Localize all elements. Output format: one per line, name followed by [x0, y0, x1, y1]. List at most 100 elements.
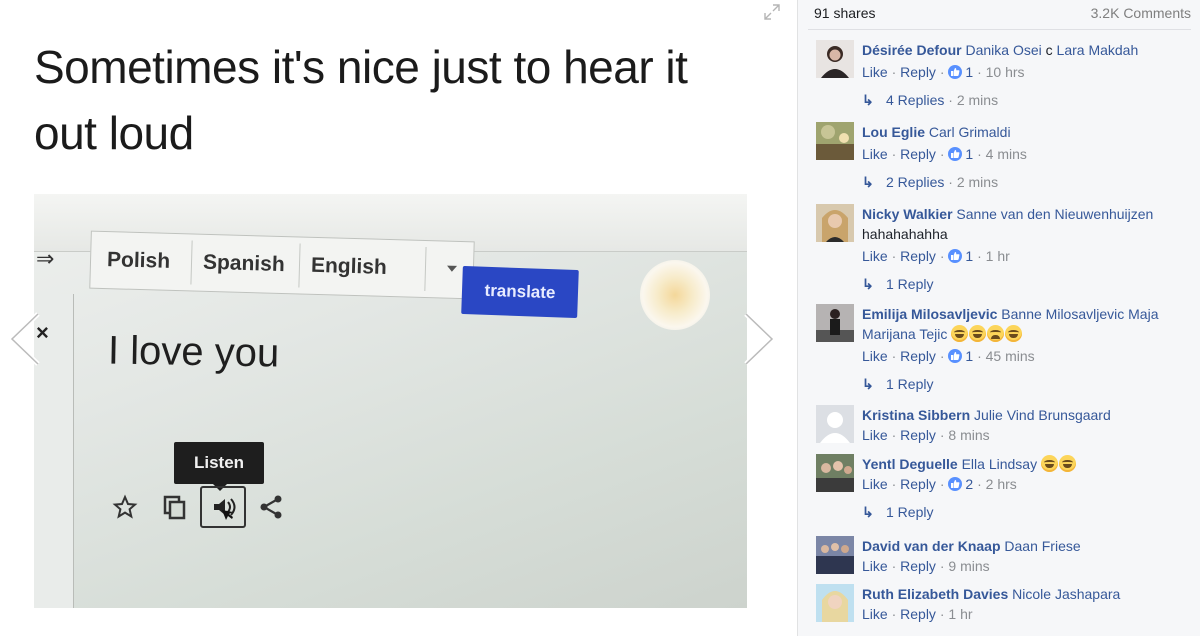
comment-time[interactable]: 1 hr — [948, 606, 972, 622]
mention[interactable]: Ella Lindsay — [962, 456, 1038, 472]
comments-count[interactable]: 3.2K Comments — [1091, 5, 1191, 21]
comment-author[interactable]: Yentl Deguelle — [862, 456, 958, 472]
divider — [190, 240, 193, 285]
comment-time[interactable]: 9 mins — [948, 558, 989, 574]
mention[interactable]: Lara Makdah — [1057, 42, 1139, 58]
avatar[interactable] — [816, 304, 854, 342]
source-phrase: I love you — [107, 328, 280, 376]
comment-author[interactable]: Désirée Defour — [862, 42, 962, 58]
view-replies[interactable]: ↳ 1 Reply — [862, 274, 933, 294]
comment-author[interactable]: David van der Knaap — [862, 538, 1001, 554]
comment-author[interactable]: Nicky Walkier — [862, 206, 953, 222]
reply-arrow-icon: ↳ — [862, 174, 874, 190]
thumbs-up-icon — [948, 65, 963, 79]
avatar[interactable] — [816, 536, 854, 574]
comment-actions: Like · Reply · 1 · 4 mins — [862, 146, 1027, 162]
mention[interactable]: Carl Grimaldi — [929, 124, 1011, 140]
like-count[interactable]: 1 — [965, 348, 973, 364]
like-count[interactable]: 1 — [965, 248, 973, 264]
expand-icon[interactable] — [764, 4, 780, 20]
replies-count[interactable]: 4 Replies — [886, 92, 944, 108]
speaker-icon — [208, 492, 238, 522]
reply-link[interactable]: Reply — [900, 427, 936, 443]
mention[interactable]: Nicole Jashapara — [1012, 586, 1120, 602]
comment-body: Kristina Sibbern Julie Vind Brunsgaard — [862, 405, 1192, 425]
thumbs-up-icon — [948, 477, 963, 491]
reply-link[interactable]: Reply — [900, 64, 936, 80]
view-replies[interactable]: ↳ 1 Reply — [862, 374, 933, 394]
share-icon — [256, 492, 286, 522]
shares-count[interactable]: 91 shares — [814, 5, 875, 21]
view-replies[interactable]: ↳ 2 Replies · 2 mins — [862, 172, 998, 192]
like-link[interactable]: Like — [862, 248, 888, 264]
like-link[interactable]: Like — [862, 606, 888, 622]
previous-photo-icon[interactable] — [8, 312, 42, 366]
avatar[interactable] — [816, 204, 854, 242]
comment-time[interactable]: 45 mins — [986, 348, 1035, 364]
comment-time[interactable]: 8 mins — [948, 427, 989, 443]
view-replies[interactable]: ↳ 4 Replies · 2 mins — [862, 90, 998, 110]
comment-author[interactable]: Kristina Sibbern — [862, 407, 970, 423]
sad-emoji-icon — [987, 325, 1005, 342]
replies-count[interactable]: 1 Reply — [886, 276, 933, 292]
like-count[interactable]: 1 — [965, 146, 973, 162]
reply-link[interactable]: Reply — [900, 476, 936, 492]
comment-actions: Like · Reply · 8 mins — [862, 427, 990, 443]
replies-count[interactable]: 2 Replies — [886, 174, 944, 190]
avatar[interactable] — [816, 405, 854, 443]
chevron-down-icon — [446, 265, 458, 272]
comment-body: Emilija Milosavljevic Banne Milosavljevi… — [862, 304, 1192, 344]
avatar[interactable] — [816, 122, 854, 160]
divider — [298, 243, 301, 288]
comment-actions: Like · Reply · 1 hr — [862, 606, 973, 622]
thumbs-up-icon — [948, 147, 963, 161]
like-link[interactable]: Like — [862, 558, 888, 574]
thumbs-up-icon — [948, 349, 963, 363]
reply-link[interactable]: Reply — [900, 248, 936, 264]
reply-link[interactable]: Reply — [900, 558, 936, 574]
like-link[interactable]: Like — [862, 348, 888, 364]
comment-body: Ruth Elizabeth Davies Nicole Jashapara — [862, 584, 1192, 604]
mention[interactable]: Daan Friese — [1004, 538, 1080, 554]
reply-link[interactable]: Reply — [900, 146, 936, 162]
view-replies[interactable]: ↳ 1 Reply — [862, 502, 933, 522]
language-option: Spanish — [202, 250, 286, 277]
comment-time[interactable]: 2 hrs — [986, 476, 1017, 492]
reply-link[interactable]: Reply — [900, 348, 936, 364]
like-link[interactable]: Like — [862, 427, 888, 443]
avatar[interactable] — [816, 40, 854, 78]
mention[interactable]: Sanne van den Nieuwenhuijzen — [956, 206, 1153, 222]
avatar[interactable] — [816, 584, 854, 622]
comment-time[interactable]: 10 hrs — [986, 64, 1025, 80]
reply-arrow-icon: ↳ — [862, 376, 874, 392]
replies-count[interactable]: 1 Reply — [886, 504, 933, 520]
comment-author[interactable]: Lou Eglie — [862, 124, 925, 140]
avatar[interactable] — [816, 454, 854, 492]
replies-count[interactable]: 1 Reply — [886, 376, 933, 392]
comment-body: Désirée Defour Danika Osei c Lara Makdah — [862, 40, 1192, 60]
language-option: English — [310, 253, 388, 279]
laughing-emoji-icon — [969, 325, 987, 342]
media-area: Sometimes it's nice just to hear it out … — [0, 0, 797, 636]
thumbs-up-icon — [948, 249, 963, 263]
like-link[interactable]: Like — [862, 476, 888, 492]
comment-actions: Like · Reply · 1 · 10 hrs — [862, 64, 1025, 80]
star-icon — [110, 492, 140, 522]
reply-arrow-icon: ↳ — [862, 92, 874, 108]
comment-time[interactable]: 4 mins — [986, 146, 1027, 162]
like-count[interactable]: 1 — [965, 64, 973, 80]
mention[interactable]: Julie Vind Brunsgaard — [974, 407, 1111, 423]
comment-author[interactable]: Emilija Milosavljevic — [862, 306, 997, 322]
post-stats: 91 shares 3.2K Comments — [814, 4, 1191, 24]
comment-author[interactable]: Ruth Elizabeth Davies — [862, 586, 1008, 602]
like-link[interactable]: Like — [862, 64, 888, 80]
like-link[interactable]: Like — [862, 146, 888, 162]
comment-time[interactable]: 1 hr — [986, 248, 1010, 264]
meme-caption: Sometimes it's nice just to hear it out … — [34, 41, 688, 159]
mention[interactable]: Danika Osei — [965, 42, 1041, 58]
swap-arrow-icon: ⇒ — [36, 246, 55, 271]
comment-body: Lou Eglie Carl Grimaldi — [862, 122, 1192, 142]
reply-link[interactable]: Reply — [900, 606, 936, 622]
next-photo-icon[interactable] — [742, 312, 776, 366]
like-count[interactable]: 2 — [965, 476, 973, 492]
